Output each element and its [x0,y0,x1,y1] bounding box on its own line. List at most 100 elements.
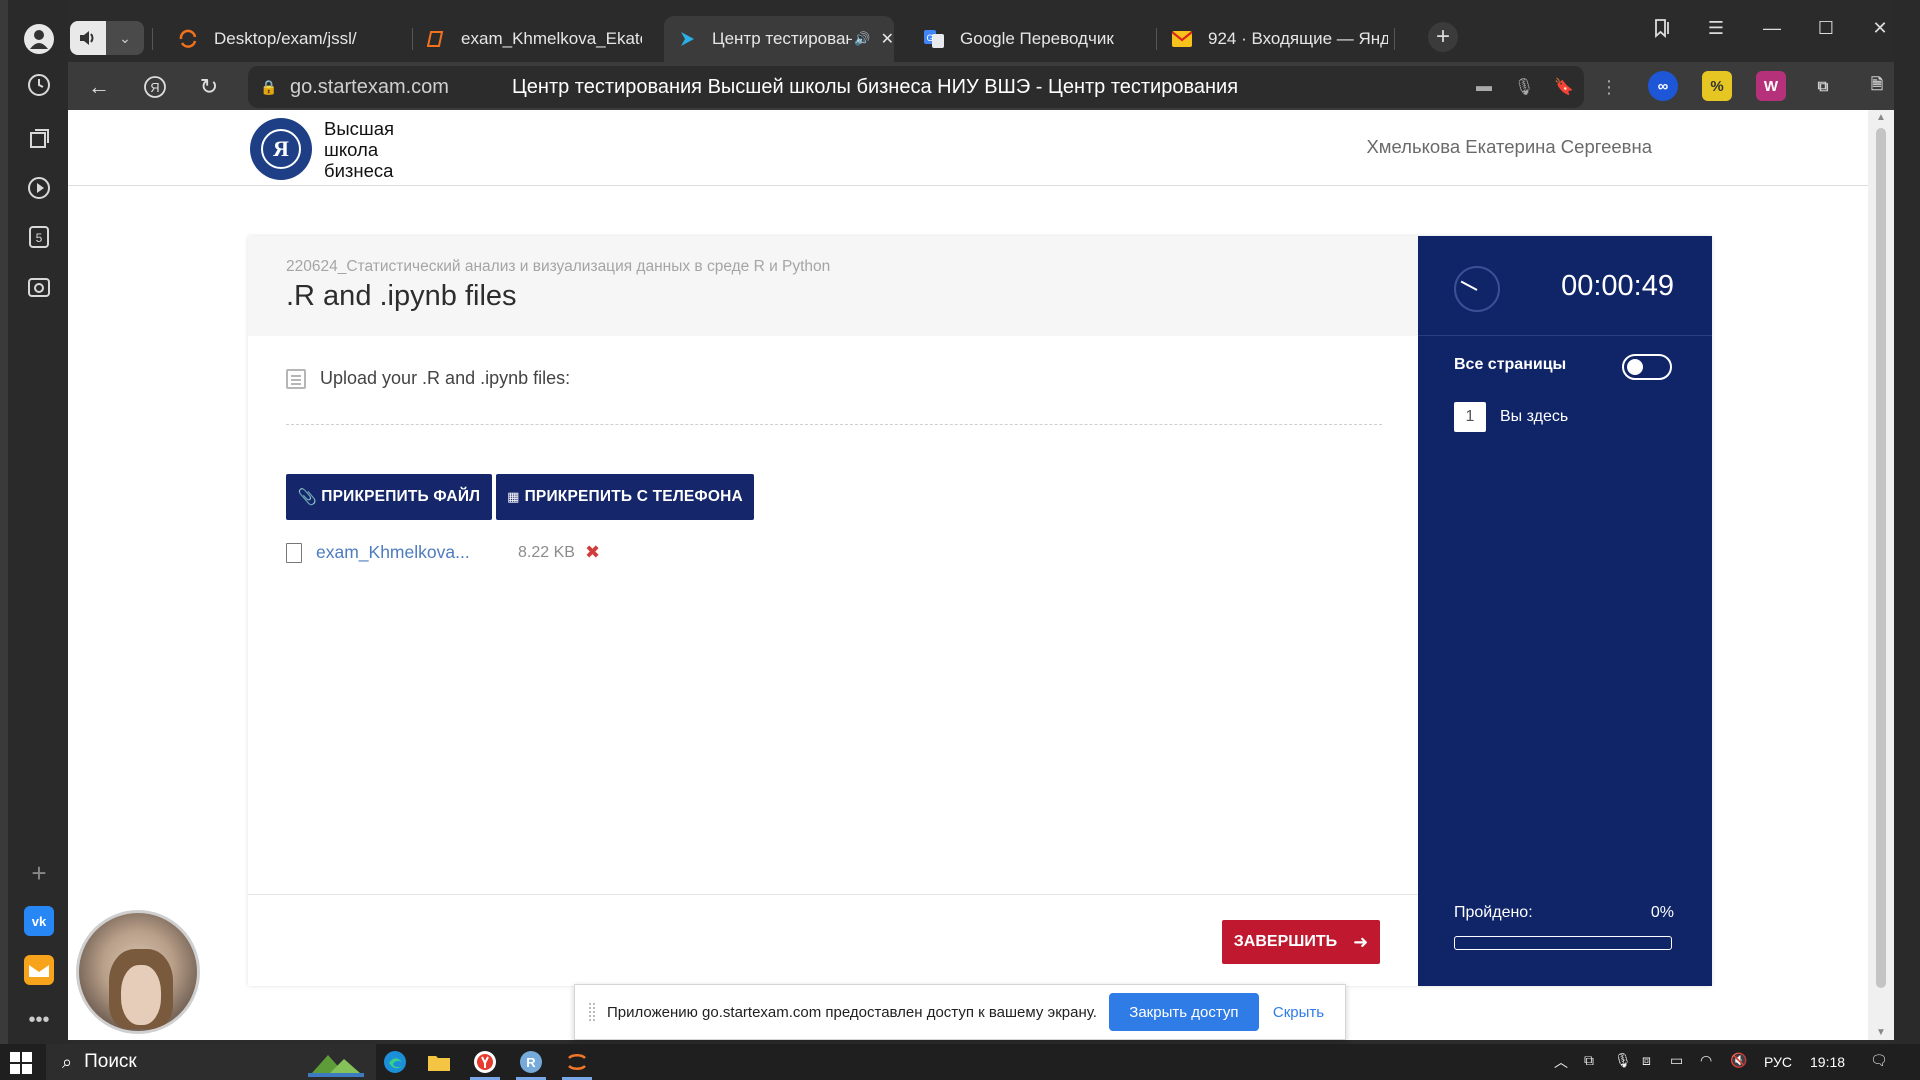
page-number-button[interactable]: 1 [1454,402,1486,432]
camera-icon[interactable]: ▬ [1464,78,1504,96]
tray-meet-icon[interactable]: ⧉ [1584,1052,1594,1069]
webcam-preview[interactable] [76,910,200,1034]
microphone-icon[interactable]: 🎙 [1504,77,1544,97]
remove-file-icon[interactable]: ✖ [585,542,600,563]
edge-browser-icon[interactable] [380,1048,410,1076]
hse-logo[interactable]: Я [250,118,312,180]
video-play-icon[interactable] [24,173,54,203]
progress-label: Пройдено: [1454,904,1533,921]
lock-icon: 🔒 [260,78,278,95]
current-page-label: Вы здесь [1500,408,1569,425]
progress-bar [1454,936,1672,950]
notifications-icon[interactable]: 🗨 [1870,1052,1888,1069]
widgets-icon[interactable] [306,1048,366,1077]
reload-icon[interactable]: ↻ [192,70,226,104]
add-panel-icon[interactable]: + [24,858,54,888]
tray-mic-icon[interactable]: 🎙 [1614,1052,1632,1069]
profile-icon[interactable] [24,24,54,54]
page-scrollbar[interactable]: ▲ ▼ [1868,110,1894,1040]
sync-icon [178,29,198,49]
question-list-icon [286,368,306,389]
tray-expand-icon[interactable]: ︿ [1554,1052,1568,1072]
new-tab-button[interactable]: + [1428,22,1458,52]
back-button[interactable]: ← [82,70,116,104]
tab-test-center[interactable]: Центр тестировани 🔊 ✕ [664,16,894,62]
maximize-button[interactable]: ☐ [1810,12,1842,44]
wifi-icon[interactable]: ◠ [1700,1052,1712,1069]
collections-icon[interactable] [24,124,54,154]
speaker-icon[interactable] [70,21,106,55]
menu-icon[interactable]: ☰ [1700,12,1732,44]
tab-manager-icon[interactable] [1646,12,1678,44]
extension-percent-icon[interactable]: % [1702,71,1732,101]
timer-value: 00:00:49 [1561,270,1674,302]
qr-code-icon: ▦ [507,489,520,504]
volume-muted-icon[interactable]: 🔇 [1730,1052,1747,1069]
windows-start-icon[interactable] [10,1052,32,1074]
course-name: 220624_Статистический анализ и визуализа… [286,258,831,275]
vk-icon[interactable]: vk [24,906,54,936]
uploaded-file: exam_Khmelkova... 8.22 KB ✖ [286,542,600,563]
minimize-button[interactable]: — [1756,12,1788,44]
stop-sharing-button[interactable]: Закрыть доступ [1108,993,1259,1031]
file-size: 8.22 KB [518,543,575,561]
tab-exam-file[interactable]: exam_Khmelkova_Ekaterina [412,16,642,62]
svg-text:Я: Я [150,80,159,95]
web-page: Я Высшая школа бизнеса Хмелькова Екатери… [68,110,1894,1040]
screenshot-icon[interactable] [24,272,54,302]
question: Upload your .R and .ipynb files: [286,368,570,389]
chevron-down-icon[interactable]: ⌄ [106,30,144,47]
address-bar[interactable]: 🔒 go.startexam.com Центр тестирования Вы… [248,66,1584,108]
file-link[interactable]: exam_Khmelkova... [316,542,516,563]
play-icon [678,29,696,49]
finish-button[interactable]: ЗАВЕРШИТЬ ➜ [1222,920,1380,964]
bookmark-icon[interactable]: 🔖 [1544,77,1584,97]
address-row: ← Я ↻ 🔒 go.startexam.com Центр тестирова… [68,62,1920,110]
hide-notice-link[interactable]: Скрыть [1273,1004,1324,1021]
file-explorer-icon[interactable] [424,1048,454,1076]
navigation-panel: 00:00:49 Все страницы 1 Вы здесь Пройден… [1418,236,1712,986]
tab-title: Google Переводчик [960,29,1114,48]
all-pages-label: Все страницы [1454,356,1567,373]
progress-value: 0% [1650,904,1674,921]
user-name[interactable]: Хмелькова Екатерина Сергеевна [1366,136,1652,158]
extension-infinity-icon[interactable]: ∞ [1648,71,1678,101]
notes-badge-icon[interactable]: 5 [24,222,54,252]
tab-google-translate[interactable]: G Google Переводчик [910,16,1120,62]
keyboard-language[interactable]: РУС [1764,1054,1792,1070]
extension-puzzle-icon[interactable]: ⧉ [1808,71,1838,101]
book-icon [426,29,445,49]
mail-app-icon[interactable] [24,955,54,985]
timer: 00:00:49 [1418,236,1712,336]
mail-icon [1172,29,1192,49]
yandex-home-icon[interactable]: Я [138,70,172,104]
drag-handle[interactable] [589,1003,595,1021]
svg-text:G: G [926,33,933,43]
extension-doc-check-icon[interactable]: 🗎 [1862,71,1892,101]
battery-icon[interactable]: ▭ [1670,1052,1683,1069]
system-clock[interactable]: 19:18 [1810,1054,1845,1070]
tab-close-icon[interactable]: ✕ [881,29,894,49]
rstudio-icon[interactable]: R [516,1048,546,1080]
more-icon[interactable]: ••• [24,1005,54,1035]
yandex-browser-taskbar-icon[interactable] [470,1048,500,1080]
more-vertical-icon[interactable]: ⋮ [1592,70,1626,104]
tray-share-icon[interactable]: ⧈ [1642,1052,1651,1069]
svg-text:5: 5 [36,231,43,245]
sound-control[interactable]: ⌄ [70,21,144,55]
close-window-button[interactable]: ✕ [1864,12,1896,44]
history-icon[interactable] [24,70,54,100]
tab-title: Центр тестировани [712,29,853,48]
tab-audio-icon[interactable]: 🔊 [854,31,870,47]
test-header: 220624_Статистический анализ и визуализа… [248,236,1418,336]
extension-w-icon[interactable]: W [1756,71,1786,101]
tab-yandex-mail[interactable]: 924 · Входящие — Яндекс [1158,16,1388,62]
page-title: .R and .ipynb files [286,280,517,312]
all-pages-toggle[interactable] [1622,354,1672,380]
logo-text: Высшая школа бизнеса [324,118,395,181]
file-icon [286,542,302,563]
jupyter-icon[interactable] [562,1048,592,1080]
attach-file-button[interactable]: 📎 ПРИКРЕПИТЬ ФАЙЛ [286,474,492,520]
scrollbar-thumb[interactable] [1876,128,1886,988]
attach-from-phone-button[interactable]: ▦ ПРИКРЕПИТЬ С ТЕЛЕФОНА [496,474,754,520]
